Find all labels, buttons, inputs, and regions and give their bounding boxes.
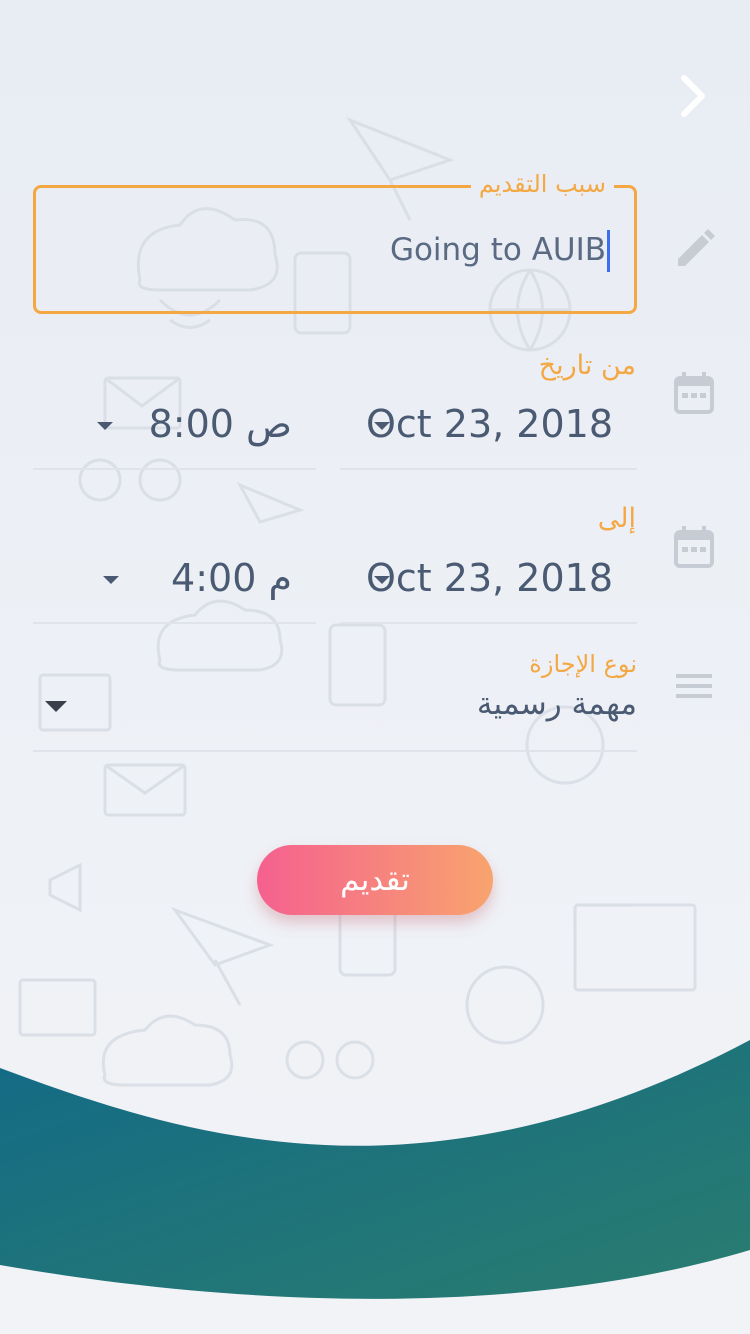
- calendar-icon: [674, 372, 714, 414]
- menu-icon: [676, 674, 712, 698]
- from-time-picker[interactable]: 8:00 ص: [33, 380, 316, 470]
- leave-type-value: مهمة رسمية: [476, 686, 637, 722]
- submit-button[interactable]: تقديم: [257, 845, 493, 915]
- reason-input[interactable]: [86, 224, 606, 276]
- to-date-value: Oct 23, 2018: [366, 556, 613, 600]
- dropdown-arrow-icon: [374, 576, 390, 584]
- dropdown-arrow-icon: [97, 422, 113, 430]
- from-time-value: 8:00 ص: [148, 402, 292, 446]
- to-time-value: 4:00 م: [171, 556, 292, 600]
- to-time-picker[interactable]: 4:00 م: [33, 534, 316, 624]
- chevron-right-icon: [681, 75, 705, 117]
- leave-type-picker[interactable]: نوع الإجازة مهمة رسمية: [33, 650, 637, 752]
- from-date-picker[interactable]: Oct 23, 2018: [340, 380, 637, 470]
- text-caret: [607, 230, 610, 272]
- leave-type-label: نوع الإجازة: [529, 650, 637, 678]
- to-date-label: إلى: [597, 503, 636, 534]
- dropdown-arrow-icon: [103, 576, 119, 584]
- back-button[interactable]: [666, 68, 722, 124]
- decorative-wave: [0, 1040, 750, 1299]
- to-date-picker[interactable]: Oct 23, 2018: [340, 534, 637, 624]
- reason-label: سبب التقديم: [470, 170, 614, 198]
- from-date-value: Oct 23, 2018: [366, 402, 613, 446]
- dropdown-arrow-icon: [45, 701, 67, 712]
- calendar-icon: [674, 526, 714, 568]
- pencil-icon: [678, 229, 715, 266]
- dropdown-arrow-icon: [374, 422, 390, 430]
- reason-field[interactable]: سبب التقديم: [33, 170, 637, 314]
- from-date-label: من تاريخ: [538, 350, 636, 381]
